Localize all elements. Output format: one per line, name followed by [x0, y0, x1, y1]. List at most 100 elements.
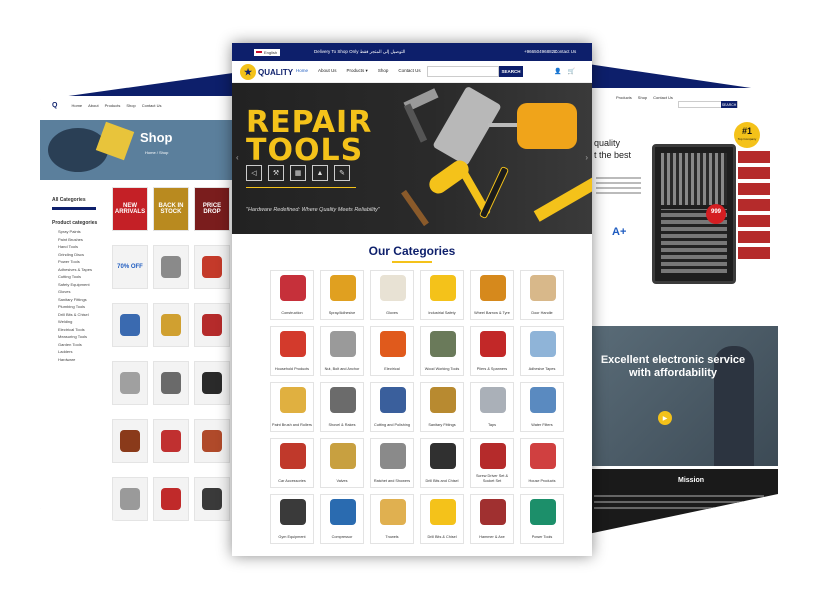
- category-card[interactable]: Adhesive Tapes: [520, 326, 564, 376]
- site-logo[interactable]: ★ QUALITY: [240, 64, 293, 80]
- category-card[interactable]: Electrical: [370, 326, 414, 376]
- promo-tile[interactable]: NEW ARRIVALS: [112, 187, 148, 231]
- nav-contact[interactable]: Contact Us: [398, 68, 420, 74]
- left-nav-item[interactable]: Home: [71, 103, 82, 108]
- category-card[interactable]: Nut, Bolt and Anchor: [320, 326, 364, 376]
- sidebar-category[interactable]: Hardware: [58, 357, 107, 362]
- category-card[interactable]: Spray/Adhesive: [320, 270, 364, 320]
- product-tile[interactable]: [112, 361, 148, 405]
- sidebar-category[interactable]: Welding: [58, 319, 107, 324]
- left-nav-item[interactable]: About: [88, 103, 98, 108]
- category-card[interactable]: Water Filters: [520, 382, 564, 432]
- category-image: [380, 443, 406, 469]
- sidebar-category[interactable]: Grinding Discs: [58, 252, 107, 257]
- product-tile[interactable]: [112, 303, 148, 347]
- category-card[interactable]: Wood Working Tools: [420, 326, 464, 376]
- sidebar-category[interactable]: Cutting Tools: [58, 274, 107, 279]
- price-slider[interactable]: [52, 207, 96, 210]
- sidebar-category[interactable]: Spray Paints: [58, 229, 107, 234]
- sidebar-category[interactable]: Safety Equipment: [58, 282, 107, 287]
- product-tile[interactable]: [194, 245, 230, 289]
- category-card[interactable]: Power Tools: [520, 494, 564, 544]
- nav-about[interactable]: About Us: [318, 68, 337, 74]
- category-card[interactable]: Ratchet and Showers: [370, 438, 414, 488]
- sidebar-category[interactable]: Electrical Tools: [58, 327, 107, 332]
- promo-tile[interactable]: 70% OFF: [112, 245, 148, 289]
- language-select[interactable]: English: [254, 49, 280, 56]
- product-tile[interactable]: [194, 303, 230, 347]
- left-nav-item[interactable]: Products: [105, 103, 121, 108]
- product-tile[interactable]: [194, 419, 230, 463]
- category-card[interactable]: Car Accessories: [270, 438, 314, 488]
- sale-badge: 999: [706, 204, 726, 224]
- product-tile[interactable]: [112, 477, 148, 521]
- promo-tile[interactable]: BACK IN STOCK: [153, 187, 189, 231]
- category-card[interactable]: Screw Driver Set & Socket Set: [470, 438, 514, 488]
- left-nav-item[interactable]: Shop: [126, 103, 135, 108]
- sidebar-category[interactable]: Plumbing Tools: [58, 304, 107, 309]
- nav-home[interactable]: Home: [296, 68, 308, 74]
- category-card[interactable]: Drill Bits & Chisel: [420, 494, 464, 544]
- product-tile[interactable]: [112, 419, 148, 463]
- product-tile[interactable]: [153, 245, 189, 289]
- category-card[interactable]: House Products: [520, 438, 564, 488]
- category-label: Paint Brush and Rollers: [272, 422, 312, 427]
- category-card[interactable]: Household Products: [270, 326, 314, 376]
- product-tile[interactable]: [153, 361, 189, 405]
- category-card[interactable]: Taps: [470, 382, 514, 432]
- product-tile[interactable]: [153, 419, 189, 463]
- product-tile[interactable]: [194, 477, 230, 521]
- left-logo[interactable]: Q: [52, 102, 57, 109]
- search-button[interactable]: SEARCH: [499, 66, 523, 77]
- category-card[interactable]: Valves: [320, 438, 364, 488]
- category-card[interactable]: Sanitary Fittings: [420, 382, 464, 432]
- sidebar-category[interactable]: Adhesives & Tapes: [58, 267, 107, 272]
- category-card[interactable]: Paint Brush and Rollers: [270, 382, 314, 432]
- contact-link[interactable]: Contact Us: [554, 49, 576, 54]
- right-nav-item[interactable]: Contact Us: [653, 95, 673, 100]
- product-tile[interactable]: [153, 477, 189, 521]
- sidebar-category[interactable]: Ladders: [58, 349, 107, 354]
- sidebar-category[interactable]: Power Tools: [58, 259, 107, 264]
- sidebar-category[interactable]: Measuring Tools: [58, 334, 107, 339]
- cart-icon[interactable]: 🛒: [567, 68, 574, 75]
- sidebar-category[interactable]: Gloves: [58, 289, 107, 294]
- right-nav-item[interactable]: Shop: [638, 95, 647, 100]
- right-search-button[interactable]: SEARCH: [721, 101, 737, 108]
- nav-products[interactable]: Products ▾: [347, 68, 368, 74]
- category-card[interactable]: Shovel & Rakes: [320, 382, 364, 432]
- right-nav-item[interactable]: Products: [616, 95, 632, 100]
- user-icon[interactable]: 👤: [554, 68, 561, 75]
- sidebar-category[interactable]: Drill Bits & Chisel: [58, 312, 107, 317]
- left-nav-item[interactable]: Contact Us: [142, 103, 162, 108]
- hero-banner: ‹ › REPAIR TOOLS ◁ ⚒ ▦ ▲ ✎ "Hardware Red…: [232, 83, 592, 234]
- header-icons: 👤 🛒: [554, 68, 575, 75]
- category-card[interactable]: Cutting and Polishing: [370, 382, 414, 432]
- carousel-prev-icon[interactable]: ‹: [236, 153, 239, 162]
- play-icon[interactable]: ▶: [658, 411, 672, 425]
- sidebar-category[interactable]: Paint Brushes: [58, 237, 107, 242]
- sidebar-category[interactable]: Garden Tools: [58, 342, 107, 347]
- category-card[interactable]: Wheel Barrow & Tyre: [470, 270, 514, 320]
- category-card[interactable]: Gym Equipment: [270, 494, 314, 544]
- product-tile[interactable]: [153, 303, 189, 347]
- category-card[interactable]: Industrial Safety: [420, 270, 464, 320]
- promo-tile[interactable]: PRICE DROP: [194, 187, 230, 231]
- sidebar-category[interactable]: Sanitary Fittings: [58, 297, 107, 302]
- category-card[interactable]: Pliers & Spanners: [470, 326, 514, 376]
- sidebar-category[interactable]: Hand Tools: [58, 244, 107, 249]
- phone-number[interactable]: +966504968822: [524, 49, 557, 54]
- search-input[interactable]: [427, 66, 499, 77]
- category-image: [530, 275, 556, 301]
- category-card[interactable]: Trowels: [370, 494, 414, 544]
- product-tile[interactable]: [194, 361, 230, 405]
- nav-shop[interactable]: Shop: [378, 68, 389, 74]
- category-card[interactable]: Door Handle: [520, 270, 564, 320]
- category-card[interactable]: Gloves: [370, 270, 414, 320]
- category-image: [430, 499, 456, 525]
- category-card[interactable]: Compressor: [320, 494, 364, 544]
- carousel-next-icon[interactable]: ›: [585, 153, 588, 162]
- category-card[interactable]: Hammer & Axe: [470, 494, 514, 544]
- category-card[interactable]: Drill Bits and Chisel: [420, 438, 464, 488]
- category-card[interactable]: Construction: [270, 270, 314, 320]
